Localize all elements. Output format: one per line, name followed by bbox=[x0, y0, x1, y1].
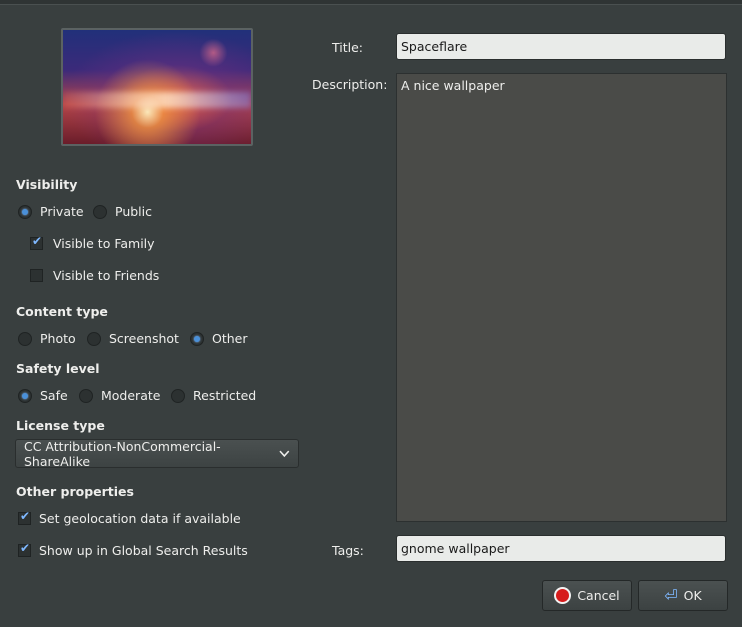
radio-restricted-indicator[interactable] bbox=[171, 388, 185, 403]
safety-heading: Safety level bbox=[16, 361, 100, 376]
chevron-down-icon bbox=[279, 450, 290, 457]
checkbox-global-search[interactable]: Show up in Global Search Results bbox=[18, 541, 248, 558]
radio-moderate-indicator[interactable] bbox=[79, 388, 93, 403]
content-type-heading: Content type bbox=[16, 304, 108, 319]
radio-other-label: Other bbox=[212, 331, 248, 346]
visibility-heading: Visibility bbox=[16, 177, 78, 192]
description-value: A nice wallpaper bbox=[401, 78, 505, 93]
radio-restricted-label: Restricted bbox=[193, 388, 257, 403]
license-combobox[interactable]: CC Attribution-NonCommercial-ShareAlike bbox=[15, 438, 299, 469]
checkbox-global-search-label: Show up in Global Search Results bbox=[39, 543, 248, 558]
radio-public-label: Public bbox=[115, 204, 152, 219]
checkbox-family-label: Visible to Family bbox=[53, 236, 155, 251]
checkbox-family[interactable]: Visible to Family bbox=[30, 234, 155, 251]
ok-button-label: OK bbox=[683, 588, 702, 603]
radio-photo-label: Photo bbox=[40, 331, 76, 346]
radio-screenshot-indicator[interactable] bbox=[87, 331, 101, 346]
radio-public-indicator[interactable] bbox=[93, 204, 107, 219]
other-properties-heading: Other properties bbox=[16, 484, 134, 499]
license-heading: License type bbox=[16, 418, 105, 433]
checkbox-global-search-indicator[interactable] bbox=[18, 541, 31, 557]
radio-safe-indicator[interactable] bbox=[18, 388, 32, 403]
checkbox-geolocation[interactable]: Set geolocation data if available bbox=[18, 509, 241, 526]
radio-other[interactable]: Other bbox=[190, 331, 248, 346]
radio-private-label: Private bbox=[40, 204, 84, 219]
radio-screenshot[interactable]: Screenshot bbox=[87, 331, 179, 346]
radio-moderate-label: Moderate bbox=[101, 388, 161, 403]
checkbox-friends-label: Visible to Friends bbox=[53, 268, 160, 283]
license-selected-value: CC Attribution-NonCommercial-ShareAlike bbox=[24, 438, 221, 469]
tags-input[interactable]: gnome wallpaper bbox=[396, 535, 726, 562]
radio-safe[interactable]: Safe bbox=[18, 388, 68, 403]
checkbox-family-indicator[interactable] bbox=[30, 234, 43, 250]
checkbox-friends-indicator[interactable] bbox=[30, 269, 43, 282]
checkbox-geolocation-label: Set geolocation data if available bbox=[39, 511, 241, 526]
radio-private-indicator[interactable] bbox=[18, 204, 32, 219]
tags-label: Tags: bbox=[332, 543, 364, 558]
return-arrow-icon: ⏎ bbox=[664, 585, 678, 605]
radio-other-indicator[interactable] bbox=[190, 331, 204, 346]
cancel-button[interactable]: Cancel bbox=[542, 580, 632, 611]
radio-private[interactable]: Private bbox=[18, 204, 84, 219]
radio-moderate[interactable]: Moderate bbox=[79, 388, 160, 403]
checkbox-geolocation-indicator[interactable] bbox=[18, 509, 31, 525]
radio-screenshot-label: Screenshot bbox=[109, 331, 179, 346]
radio-photo-indicator[interactable] bbox=[18, 331, 32, 346]
radio-restricted[interactable]: Restricted bbox=[171, 388, 256, 403]
title-input-value: Spaceflare bbox=[401, 39, 468, 54]
thumbnail-light-streak bbox=[63, 92, 251, 108]
stop-icon bbox=[554, 587, 572, 604]
radio-public[interactable]: Public bbox=[93, 204, 152, 219]
title-label: Title: bbox=[332, 40, 363, 55]
ok-button[interactable]: ⏎ OK bbox=[638, 580, 728, 611]
checkbox-friends[interactable]: Visible to Friends bbox=[30, 268, 159, 283]
cancel-button-label: Cancel bbox=[577, 588, 620, 603]
description-label: Description: bbox=[312, 77, 388, 92]
title-input[interactable]: Spaceflare bbox=[396, 33, 726, 60]
description-textarea[interactable]: A nice wallpaper bbox=[396, 73, 727, 522]
radio-safe-label: Safe bbox=[40, 388, 68, 403]
photo-thumbnail bbox=[61, 28, 253, 146]
tags-input-value: gnome wallpaper bbox=[401, 541, 510, 556]
radio-photo[interactable]: Photo bbox=[18, 331, 76, 346]
window-top-border bbox=[0, 0, 742, 5]
